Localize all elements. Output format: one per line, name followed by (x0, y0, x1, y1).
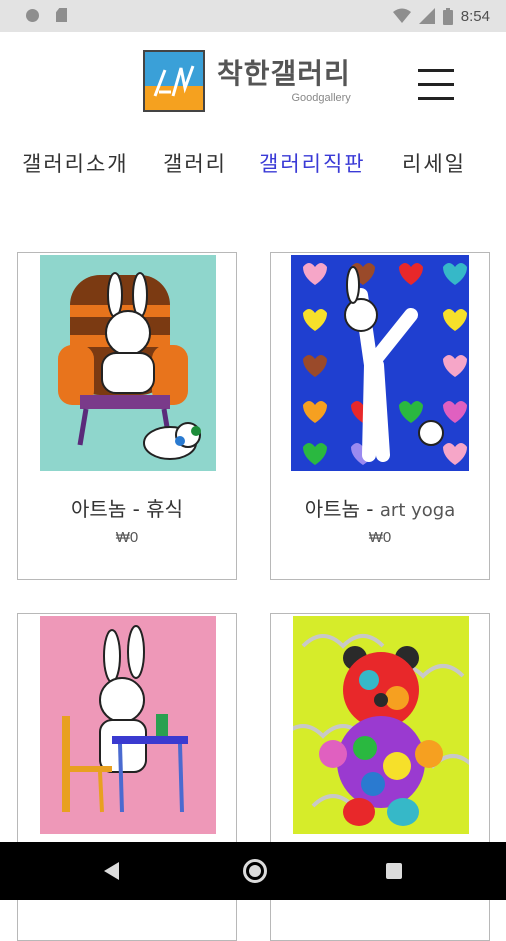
status-bar: 8:54 (0, 0, 506, 32)
notification-dot-icon (26, 9, 39, 22)
product-title[interactable]: 아트놈 - art yoga (271, 493, 489, 522)
nav-item-gallery[interactable]: 갤러리 (163, 148, 227, 178)
product-image[interactable] (40, 616, 216, 834)
wifi-icon (392, 8, 411, 23)
product-price: ₩0 (368, 529, 392, 546)
category-nav: 갤러리소개 갤러리 갤러리직판 리세일 (0, 140, 506, 184)
product-card[interactable]: 아트놈 - art yoga ₩0 (270, 252, 490, 580)
status-time: 8:54 (460, 7, 490, 25)
battery-icon (442, 7, 453, 25)
home-icon[interactable] (243, 859, 267, 883)
logo-mark-icon (143, 50, 205, 112)
product-image[interactable] (40, 255, 216, 471)
recent-apps-icon[interactable] (386, 863, 402, 879)
product-title-kr: 아트놈 - (304, 497, 380, 521)
sd-card-icon (56, 8, 67, 22)
product-image[interactable] (293, 616, 469, 834)
product-card[interactable]: 아트놈 - 휴식 ₩0 (17, 252, 237, 580)
nav-item-gallery-intro[interactable]: 갤러리소개 (22, 148, 129, 178)
product-price: ₩0 (115, 529, 139, 546)
product-title-kr: 아트놈 - 휴식 (71, 497, 183, 521)
product-title[interactable]: 아트놈 - 휴식 (18, 493, 236, 522)
signal-icon (418, 8, 435, 24)
product-title-en: art yoga (379, 500, 456, 521)
logo-subtitle: Goodgallery (291, 92, 351, 104)
back-icon[interactable] (104, 862, 119, 880)
nav-item-resale[interactable]: 리세일 (402, 148, 466, 178)
logo-title: 착한갤러리 (217, 57, 351, 90)
system-navigation-bar (0, 842, 506, 900)
menu-icon[interactable] (418, 69, 454, 101)
nav-item-gallery-direct-sale[interactable]: 갤러리직판 (259, 148, 366, 178)
product-image[interactable] (291, 255, 469, 471)
app-header: 착한갤러리 Goodgallery (0, 32, 506, 132)
logo[interactable]: 착한갤러리 Goodgallery (143, 50, 351, 112)
